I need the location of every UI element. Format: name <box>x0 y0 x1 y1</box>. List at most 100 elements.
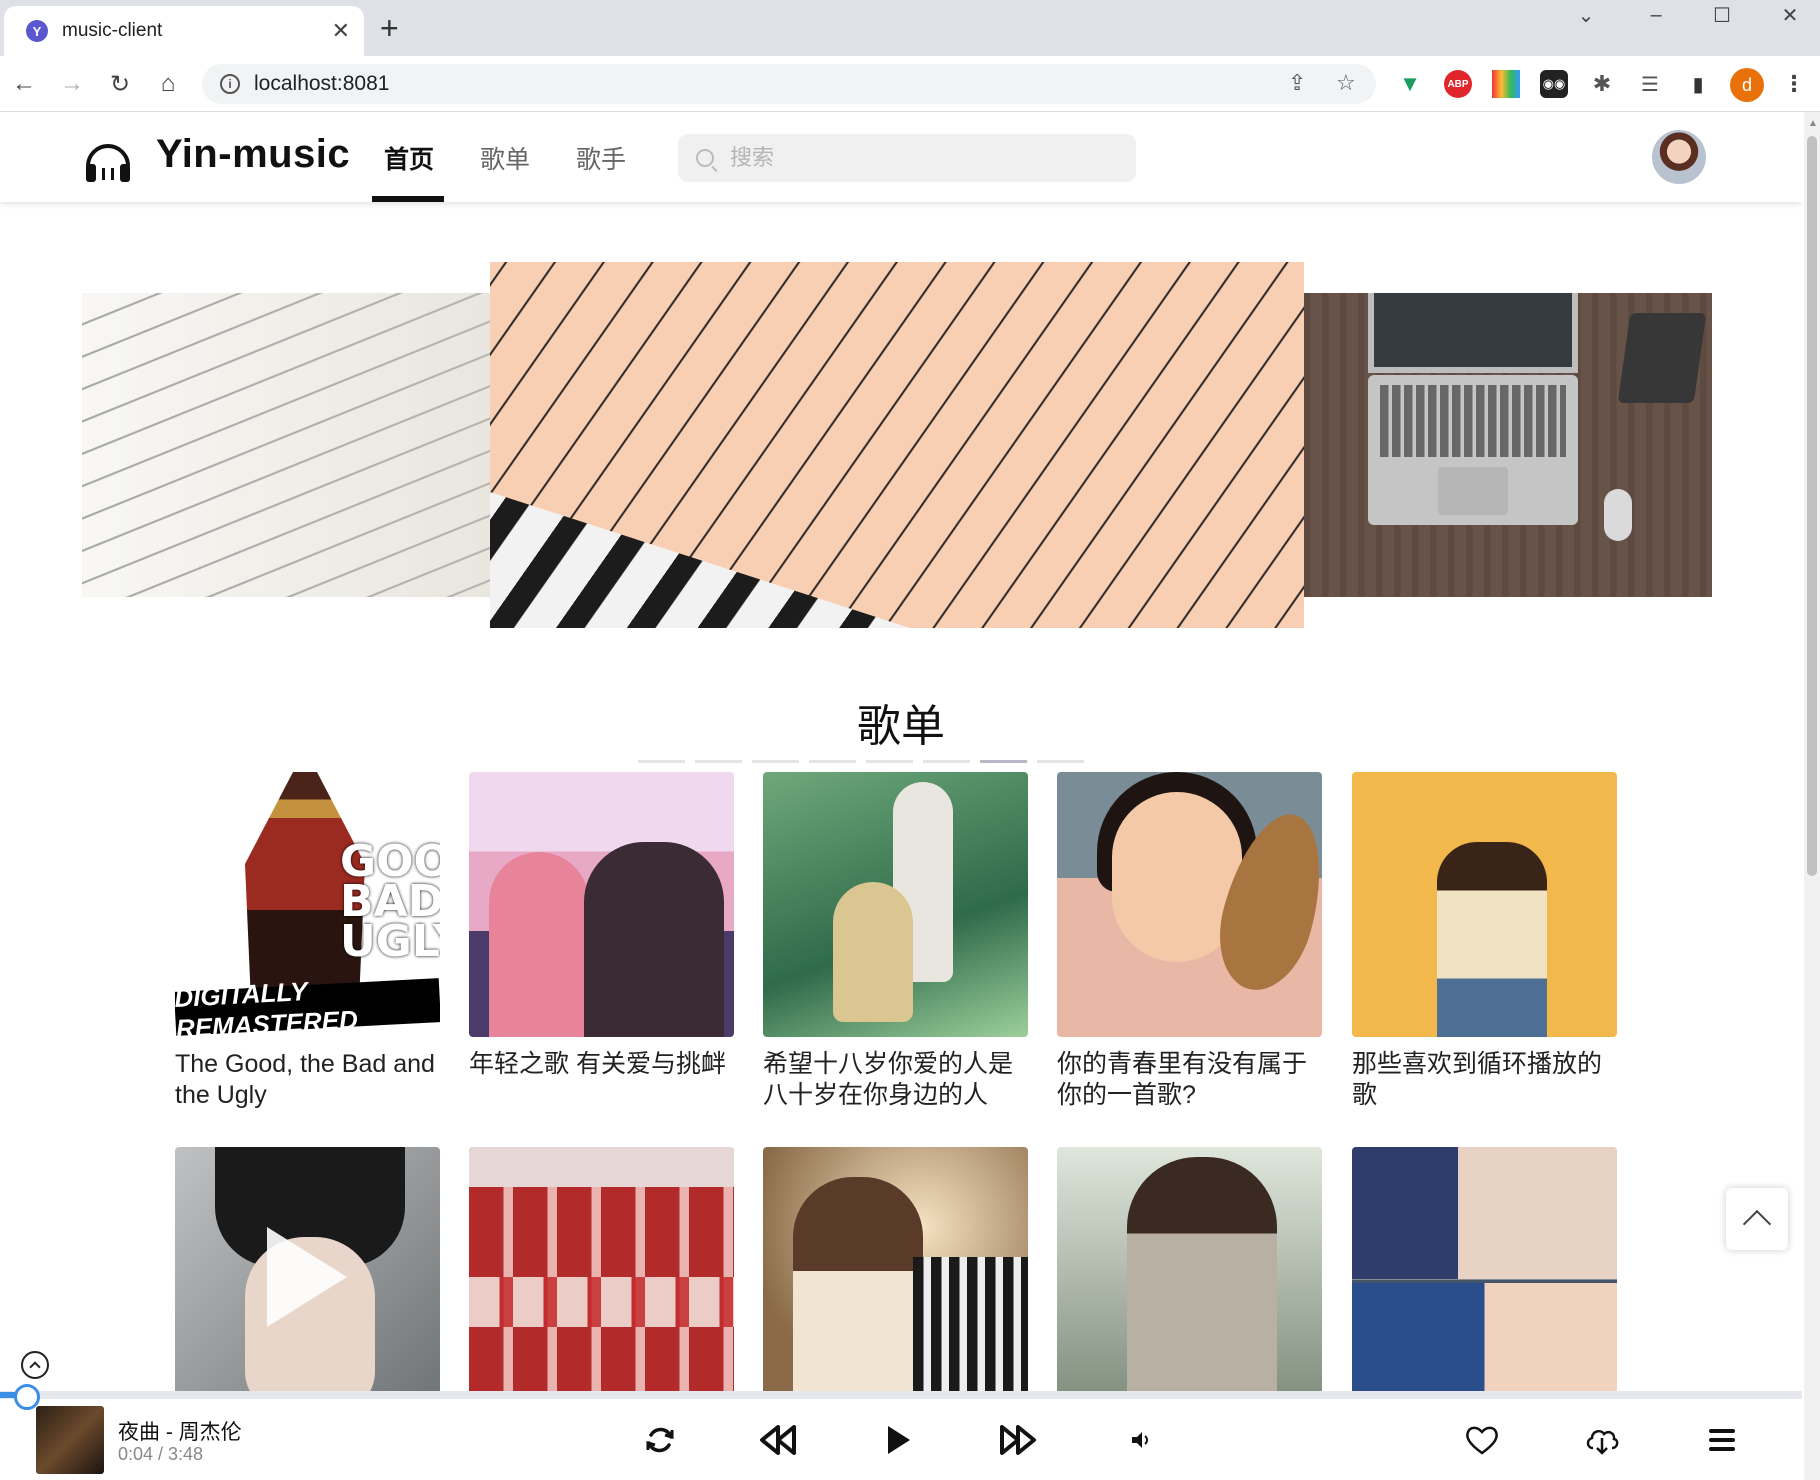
playlist-name[interactable]: 年轻之歌 有关爱与挑衅 <box>469 1049 734 1080</box>
carousel-indicator-dot[interactable] <box>866 760 913 763</box>
play-overlay-icon[interactable] <box>267 1227 347 1327</box>
playlist-name[interactable]: 那些喜欢到循环播放的歌 <box>1352 1049 1617 1111</box>
playlist-cover[interactable] <box>1057 1147 1322 1412</box>
nav-active-indicator <box>372 196 444 202</box>
user-avatar[interactable] <box>1652 130 1706 184</box>
playlist-card[interactable] <box>1057 1147 1322 1412</box>
headphones-logo-icon[interactable] <box>82 134 134 184</box>
playlist-name[interactable]: The Good, the Bad and the Ugly <box>175 1049 440 1111</box>
minimize-button[interactable]: – <box>1636 0 1676 30</box>
color-grid-icon[interactable] <box>1492 70 1520 98</box>
forward-arrow-icon[interactable]: → <box>54 66 90 102</box>
carousel-indicator-dot[interactable] <box>695 760 742 763</box>
tab-search-chevron-icon[interactable]: ⌄ <box>1566 0 1606 30</box>
site-header: Yin-music 首页 歌单 歌手 <box>0 112 1802 202</box>
vue-devtools-icon[interactable]: ▼ <box>1396 70 1424 98</box>
glasses-icon[interactable]: ◉◉ <box>1540 70 1568 98</box>
current-song-title: 夜曲 - 周杰伦 <box>118 1421 242 1444</box>
tab-favicon-icon: Y <box>26 20 48 42</box>
playlist-card[interactable] <box>469 1147 734 1412</box>
playlist-card[interactable]: 那些喜欢到循环播放的歌 <box>1352 772 1617 1111</box>
close-window-button[interactable]: ✕ <box>1770 0 1810 30</box>
browser-tabbar: Y music-client ✕ + ⌄ – ☐ ✕ <box>0 0 1820 56</box>
maximize-button[interactable]: ☐ <box>1702 0 1742 30</box>
nav-singers[interactable]: 歌手 <box>576 140 626 176</box>
carousel-slide-piano-score[interactable] <box>490 262 1304 628</box>
address-bar[interactable]: i localhost:8081 ⇪ ☆ <box>202 64 1376 104</box>
chevron-up-icon <box>29 1361 41 1373</box>
scroll-up-arrow-icon[interactable]: ▲ <box>1808 118 1818 129</box>
playlist-cover[interactable] <box>1352 772 1617 1037</box>
playlist-card[interactable]: 你的青春里有没有属于你的一首歌? <box>1057 772 1322 1111</box>
playlist-card[interactable]: 希望十八岁你爱的人是八十岁在你身边的人 <box>763 772 1028 1111</box>
playback-time: 0:04 / 3:48 <box>118 1444 204 1464</box>
play-icon[interactable] <box>878 1420 918 1460</box>
playlist-cover[interactable] <box>469 1147 734 1412</box>
carousel-slide-sheet-music[interactable] <box>82 293 490 597</box>
next-track-icon[interactable] <box>998 1420 1038 1460</box>
site-info-icon[interactable]: i <box>220 74 240 94</box>
carousel-indicator-dot[interactable] <box>923 760 970 763</box>
more-menu-icon[interactable]: ⋮ <box>1780 70 1808 98</box>
carousel-indicators <box>638 760 1084 763</box>
carousel-indicator-dot[interactable] <box>980 760 1027 763</box>
progress-track[interactable] <box>0 1391 1802 1399</box>
home-icon[interactable]: ⌂ <box>150 66 186 102</box>
loop-mode-icon[interactable] <box>640 1420 680 1460</box>
search-box[interactable] <box>678 134 1136 182</box>
carousel-indicator-dot[interactable] <box>1037 760 1084 763</box>
playlist-name[interactable]: 希望十八岁你爱的人是八十岁在你身边的人 <box>763 1049 1028 1111</box>
adblock-icon[interactable]: ABP <box>1444 70 1472 98</box>
cover-banner-text: DIGITALLY REMASTERED <box>175 976 440 1037</box>
favorite-heart-icon[interactable] <box>1462 1420 1502 1460</box>
playlist-card[interactable]: 年轻之歌 有关爱与挑衅 <box>469 772 734 1080</box>
page-scrollbar[interactable]: ▲ <box>1804 112 1820 1480</box>
site-logo-text[interactable]: Yin-music <box>156 132 350 177</box>
playlist-card[interactable] <box>175 1147 440 1412</box>
side-panel-icon[interactable]: ▮ <box>1684 70 1712 98</box>
tab-close-icon[interactable]: ✕ <box>332 18 350 44</box>
back-to-top-button[interactable] <box>1726 1188 1788 1250</box>
search-icon <box>696 149 714 167</box>
cover-title-text: GOOD BAD UGLY <box>340 836 440 967</box>
new-tab-button[interactable]: + <box>380 12 399 44</box>
chevron-up-icon <box>1742 1209 1772 1239</box>
profile-avatar[interactable]: d <box>1730 68 1764 102</box>
current-song-cover[interactable] <box>36 1406 104 1474</box>
browser-tab[interactable]: Y music-client ✕ <box>4 6 364 56</box>
reading-list-icon[interactable]: ☰ <box>1636 70 1664 98</box>
playlist-cover[interactable] <box>469 772 734 1037</box>
previous-track-icon[interactable] <box>758 1420 798 1460</box>
playlist-cover[interactable] <box>763 1147 1028 1412</box>
playlist-cover[interactable]: GOOD BAD UGLY DIGITALLY REMASTERED <box>175 772 440 1037</box>
carousel-indicator-dot[interactable] <box>809 760 856 763</box>
nav-playlists[interactable]: 歌单 <box>480 140 530 176</box>
playlist-cover[interactable] <box>763 772 1028 1037</box>
playlist-name[interactable]: 你的青春里有没有属于你的一首歌? <box>1057 1049 1322 1111</box>
playlist-cover[interactable] <box>1057 772 1322 1037</box>
carousel-indicator-dot[interactable] <box>638 760 685 763</box>
back-arrow-icon[interactable]: ← <box>6 66 42 102</box>
scrollbar-thumb[interactable] <box>1807 136 1817 876</box>
carousel-indicator-dot[interactable] <box>752 760 799 763</box>
search-input[interactable] <box>728 144 1108 172</box>
bookmark-star-icon[interactable]: ☆ <box>1336 70 1356 96</box>
url-text: localhost:8081 <box>254 72 390 95</box>
carousel-slide-laptop-desk[interactable] <box>1304 293 1712 597</box>
playlist-card[interactable]: GOOD BAD UGLY DIGITALLY REMASTERED The G… <box>175 772 440 1111</box>
volume-icon[interactable] <box>1120 1420 1160 1460</box>
playlist-cover[interactable] <box>1352 1147 1617 1412</box>
player-collapse-button[interactable] <box>21 1351 49 1379</box>
puzzle-icon[interactable]: ✱ <box>1588 70 1616 98</box>
page-viewport: Yin-music 首页 歌单 歌手 歌单 GOOD BAD UGL <box>0 112 1802 1480</box>
playlist-menu-icon[interactable] <box>1702 1420 1742 1460</box>
playlist-card[interactable] <box>763 1147 1028 1412</box>
download-cloud-icon[interactable] <box>1582 1420 1622 1460</box>
reload-icon[interactable]: ↻ <box>102 66 138 102</box>
share-icon[interactable]: ⇪ <box>1288 70 1306 96</box>
playlist-card[interactable] <box>1352 1147 1617 1412</box>
banner-carousel[interactable] <box>0 260 1802 763</box>
tab-title: music-client <box>62 20 163 41</box>
playlist-cover[interactable] <box>175 1147 440 1412</box>
nav-home[interactable]: 首页 <box>384 140 434 176</box>
